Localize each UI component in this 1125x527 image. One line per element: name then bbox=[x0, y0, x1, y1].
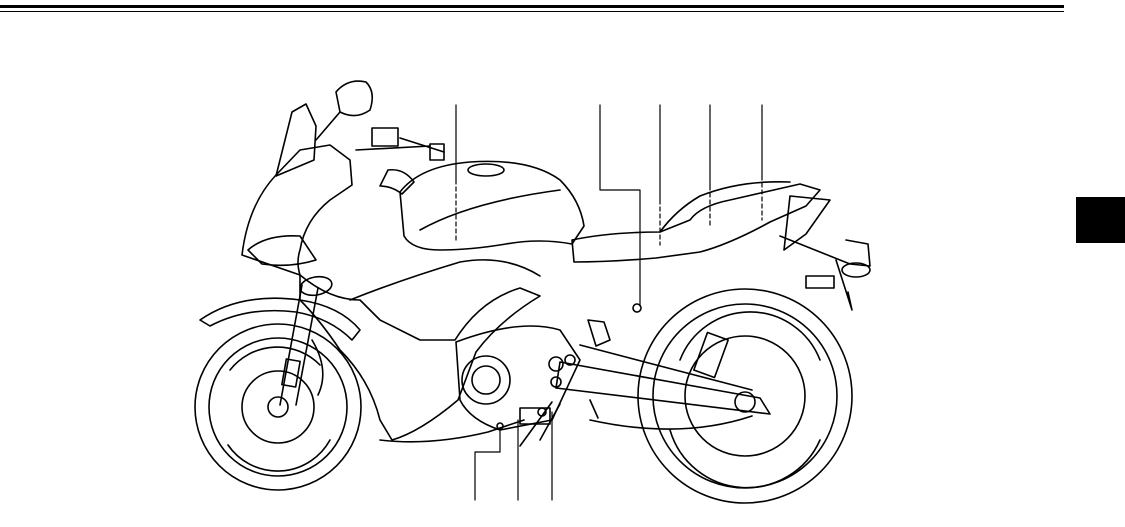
callout-leaders-top bbox=[455, 104, 763, 307]
front-wheel bbox=[194, 323, 362, 491]
tail bbox=[779, 195, 871, 311]
section-tab bbox=[1076, 197, 1125, 243]
fuel-tank bbox=[399, 160, 585, 251]
handlebar bbox=[355, 127, 445, 195]
seat bbox=[571, 180, 821, 263]
fairing bbox=[241, 144, 541, 443]
mirror bbox=[315, 80, 374, 141]
windscreen bbox=[275, 103, 317, 177]
front-fender bbox=[199, 297, 361, 341]
swingarm bbox=[555, 331, 771, 430]
rear-shock bbox=[587, 303, 642, 347]
motorcycle-illustration bbox=[194, 80, 871, 504]
engine bbox=[455, 325, 599, 431]
